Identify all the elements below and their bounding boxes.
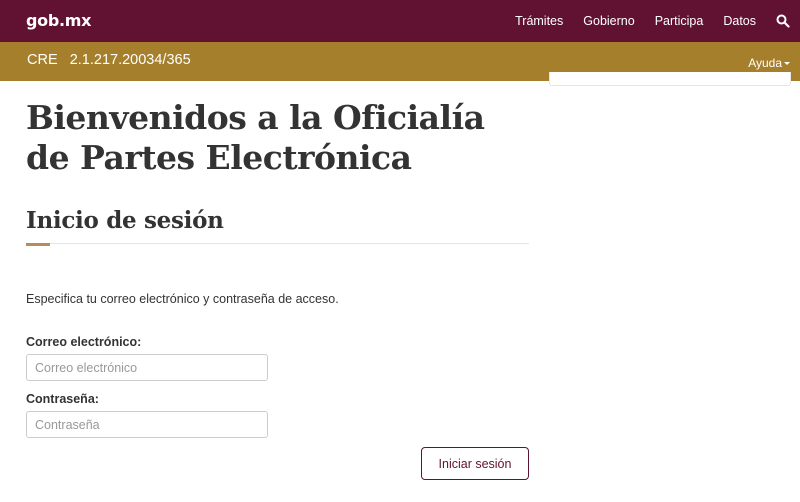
gobmx-logo[interactable]: gob.mx — [26, 11, 91, 30]
section-title: Inicio de sesión — [26, 207, 224, 234]
login-instructions: Especifica tu correo electrónico y contr… — [26, 292, 339, 306]
help-dropdown[interactable]: Ayuda — [748, 56, 790, 70]
main-nav: Trámites Gobierno Participa Datos — [515, 0, 800, 42]
section-accent-bar — [26, 243, 50, 246]
caret-down-icon — [784, 61, 790, 65]
page-title: Bienvenidos a la Oficialía de Partes Ele… — [26, 98, 485, 177]
search-icon[interactable] — [776, 14, 790, 28]
nav-link-datos[interactable]: Datos — [723, 14, 756, 28]
section-divider — [26, 243, 529, 244]
nav-link-gobierno[interactable]: Gobierno — [583, 14, 634, 28]
password-label: Contraseña: — [26, 392, 99, 406]
password-field[interactable] — [26, 411, 268, 438]
email-field[interactable] — [26, 354, 268, 381]
nav-link-participa[interactable]: Participa — [655, 14, 704, 28]
side-panel — [549, 72, 791, 86]
top-navbar: gob.mx Trámites Gobierno Participa Datos — [0, 0, 800, 42]
help-label: Ayuda — [748, 56, 782, 70]
nav-link-tramites[interactable]: Trámites — [515, 14, 563, 28]
login-button[interactable]: Iniciar sesión — [421, 447, 529, 480]
email-label: Correo electrónico: — [26, 335, 142, 349]
agency-title: CRE 2.1.217.20034/365 — [27, 52, 191, 68]
